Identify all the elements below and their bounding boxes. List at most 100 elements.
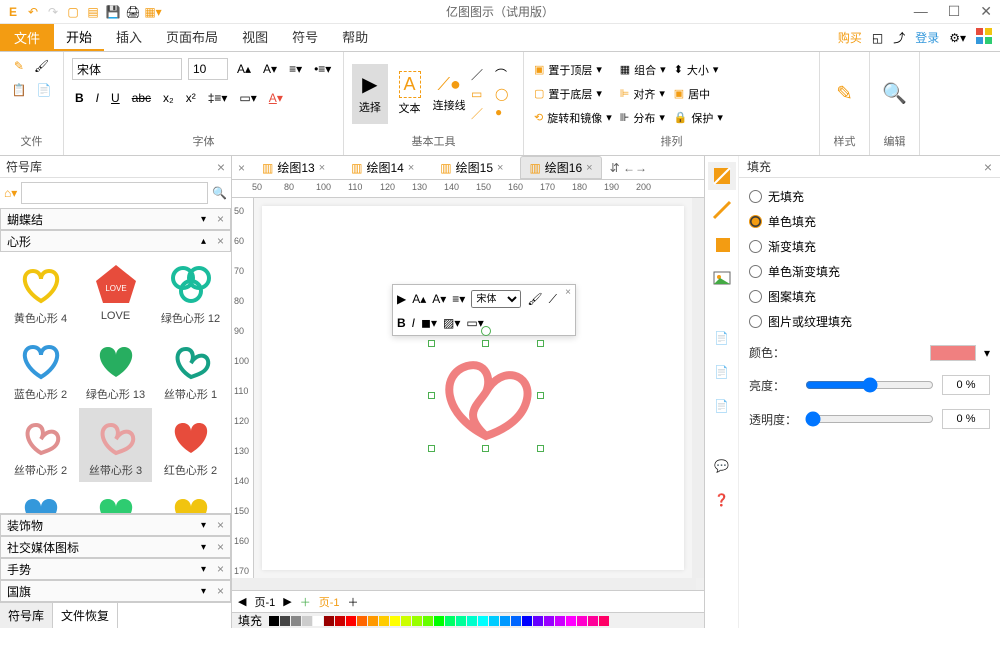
ft-cursor-icon[interactable]: ▶ [397,292,406,306]
brush1-icon[interactable]: ✎ [11,56,27,76]
buy-link[interactable]: 购买 [838,29,862,46]
color-swatch-item[interactable] [324,616,334,626]
line-shape-icon[interactable]: ／ [471,66,491,83]
close-button[interactable]: ✕ [980,3,992,20]
select-tool[interactable]: ▶选择 [352,64,388,124]
gear-icon[interactable]: ⚙▾ [949,31,966,45]
shape-item[interactable]: 红色心形 2 [154,408,227,482]
shape-item[interactable]: 蓝色心形 2 [4,332,77,406]
color-swatch-item[interactable] [335,616,345,626]
ft-italic-icon[interactable]: I [412,316,415,330]
color-swatch-item[interactable] [302,616,312,626]
brightness-slider[interactable] [805,377,934,393]
color-swatch-item[interactable] [533,616,543,626]
print-icon[interactable]: 🖨 [124,3,142,21]
search-icon[interactable]: 🔍 [212,186,227,200]
ft-align-icon[interactable]: ≡▾ [452,292,465,306]
copy-icon[interactable]: 📄 [34,80,55,100]
new-doc-icon[interactable]: ▢ [64,3,82,21]
align-icon[interactable]: ≡▾ [286,59,305,79]
resize-handle[interactable] [537,445,544,452]
doc-tab-16[interactable]: ▥绘图16× [520,156,601,179]
color-swatch-item[interactable] [566,616,576,626]
ellipse-shape-icon[interactable]: ◯ [495,87,515,101]
distribute[interactable]: ⊪分布 ▾ [618,108,668,128]
color-swatch-item[interactable] [599,616,609,626]
shape-item[interactable] [4,484,77,513]
arc-shape-icon[interactable]: ⌒ [495,66,515,83]
shape-item[interactable]: 绿色心形 12 [154,256,227,330]
italic-icon[interactable]: I [93,88,102,108]
doc-tab-13[interactable]: ▥绘图13× [253,156,334,179]
color-swatch[interactable] [930,345,976,361]
page-prev-icon[interactable]: ◀ [238,595,246,608]
shape-item[interactable]: 丝带心形 1 [154,332,227,406]
color-swatch-item[interactable] [511,616,521,626]
selected-shape[interactable] [432,344,540,448]
doc-tab-14[interactable]: ▥绘图14× [342,156,423,179]
color-swatch-item[interactable] [434,616,444,626]
rotate-mirror[interactable]: ⟲旋转和镜像 ▾ [532,108,614,128]
color-swatch-item[interactable] [478,616,488,626]
doc2-panel-icon[interactable]: 📄 [708,358,736,386]
rotation-handle[interactable] [481,326,491,336]
canvas[interactable]: × ▶ A▴ A▾ ≡▾ 宋体 🖌 ⟋ B I ◼▾ ▨▾ ▭▾ [262,206,684,570]
shape-item[interactable]: 丝带心形 3 [79,408,152,482]
v-scrollbar[interactable] [692,198,704,578]
color-swatch-item[interactable] [489,616,499,626]
category-item[interactable]: 装饰物▾× [0,514,231,536]
resize-handle[interactable] [482,445,489,452]
category-bow[interactable]: 蝴蝶结▾× [0,208,231,230]
paste-icon[interactable]: 📋 [9,80,30,100]
page-next-icon[interactable]: ▶ [283,595,291,608]
fill-option[interactable]: 单色填充 [749,213,990,230]
color-swatch-item[interactable] [401,616,411,626]
text-tool[interactable]: A文本 [392,64,428,124]
save-icon[interactable]: 💾 [104,3,122,21]
doc3-panel-icon[interactable]: 📄 [708,392,736,420]
ft-font-grow-icon[interactable]: A▴ [412,292,426,306]
minimize-button[interactable]: — [914,3,928,20]
edit-tool[interactable]: 🔍 [878,64,911,124]
group[interactable]: ▦组合 ▾ [618,60,668,80]
color-swatch-item[interactable] [467,616,477,626]
menu-file[interactable]: 文件 [0,24,54,51]
doc-tab-15[interactable]: ▥绘图15× [431,156,512,179]
size[interactable]: ⬍大小 ▾ [672,60,725,80]
style-tool[interactable]: ✎ [828,64,861,124]
colorful-logo-icon[interactable] [976,28,992,47]
font-name-select[interactable] [72,58,182,80]
share2-icon[interactable]: ⤴ [893,29,905,46]
color-swatch-item[interactable] [544,616,554,626]
menu-tab-view[interactable]: 视图 [230,24,280,51]
resize-handle[interactable] [537,340,544,347]
circle-shape-icon[interactable]: ● [495,105,515,122]
connector-tool[interactable]: ⟋●连接线 [431,64,467,124]
menu-tab-start[interactable]: 开始 [54,24,104,51]
ft-connector-icon[interactable]: ⟋ [549,292,557,307]
resize-handle[interactable] [537,392,544,399]
fill-option[interactable]: 无填充 [749,188,990,205]
shape-item[interactable]: LOVELOVE [79,256,152,330]
ft-brush-icon[interactable]: 🖌 [527,292,542,306]
opacity-value[interactable] [942,409,990,429]
float-close-icon[interactable]: × [565,287,571,298]
fill-option[interactable]: 图案填充 [749,288,990,305]
ft-bold-icon[interactable]: B [397,316,406,330]
share-icon[interactable]: ◱ [872,31,883,45]
brush2-icon[interactable]: 🖌 [31,56,52,76]
color-swatch-item[interactable] [280,616,290,626]
superscript-icon[interactable]: x² [183,88,199,108]
color-swatch-item[interactable] [269,616,279,626]
fill-panel-icon[interactable] [708,162,736,190]
open-icon[interactable]: ▤ [84,3,102,21]
highlight-icon[interactable]: ▭▾ [236,88,259,108]
category-item[interactable]: 国旗▾× [0,580,231,602]
center[interactable]: ▣居中 [672,84,725,104]
font-grow-icon[interactable]: A▴ [234,59,254,79]
color-swatch-item[interactable] [555,616,565,626]
menu-tab-symbol[interactable]: 符号 [280,24,330,51]
bottom-tab-recover[interactable]: 文件恢复 [53,603,118,628]
export-icon[interactable]: ▦▾ [144,3,162,21]
resize-handle[interactable] [428,340,435,347]
